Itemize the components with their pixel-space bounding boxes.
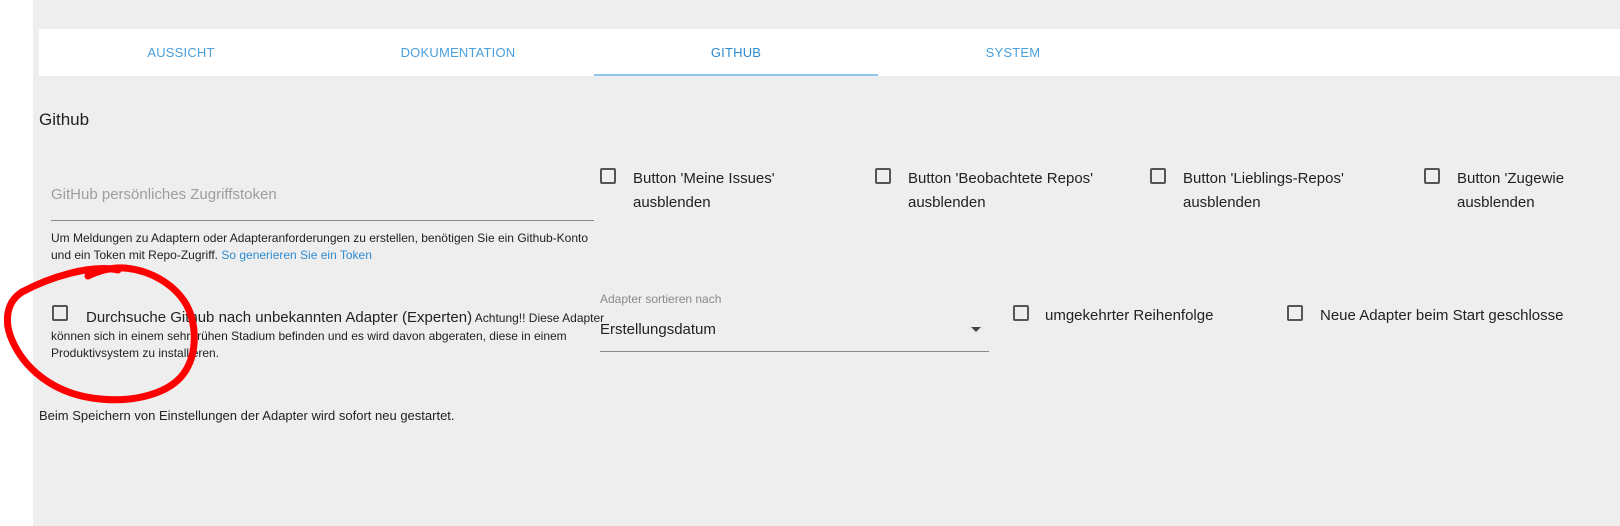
- reverse-order-checkbox[interactable]: [1013, 305, 1029, 321]
- hide-assigned-label-line2: ausblenden: [1457, 194, 1535, 211]
- hide-favorite-repos-checkbox[interactable]: [1150, 168, 1166, 184]
- hide-my-issues-checkbox[interactable]: [600, 168, 616, 184]
- hide-my-issues-label-line2: ausblenden: [633, 194, 711, 211]
- hide-assigned-label-line1: Button 'Zugewie: [1457, 170, 1565, 187]
- reverse-order-label: umgekehrter Reihenfolge: [1045, 307, 1214, 324]
- github-token-field[interactable]: [51, 182, 594, 221]
- sort-label: Adapter sortieren nach: [600, 292, 722, 306]
- token-help-link[interactable]: So generieren Sie ein Token: [221, 248, 372, 262]
- github-token-input[interactable]: [51, 182, 594, 203]
- main-content: AUSSICHT DOKUMENTATION GITHUB SYSTEM Git…: [33, 0, 1620, 526]
- hide-watched-repos-label-line2: ausblenden: [908, 194, 986, 211]
- tab-overview[interactable]: AUSSICHT: [39, 29, 323, 76]
- dropdown-arrow-icon: [971, 327, 981, 332]
- sort-selected-value: Erstellungsdatum: [600, 321, 716, 338]
- hide-my-issues-label-line1: Button 'Meine Issues': [633, 170, 775, 187]
- tab-github[interactable]: GITHUB: [594, 29, 878, 76]
- search-unknown-adapters-text: Durchsuche Github nach unbekannten Adapt…: [51, 308, 611, 362]
- new-adapters-closed-label: Neue Adapter beim Start geschlosse: [1320, 307, 1564, 324]
- footer-note: Beim Speichern von Einstellungen der Ada…: [39, 408, 455, 423]
- search-unknown-adapters-label: Durchsuche Github nach unbekannten Adapt…: [86, 309, 473, 326]
- hide-my-issues-label: Button 'Meine Issues' ausblenden: [633, 167, 775, 215]
- section-title: Github: [39, 110, 90, 129]
- active-tab-indicator: [594, 74, 878, 76]
- hide-watched-repos-checkbox[interactable]: [875, 168, 891, 184]
- new-adapters-closed-checkbox[interactable]: [1287, 305, 1303, 321]
- tab-system[interactable]: SYSTEM: [871, 29, 1155, 76]
- hide-favorite-repos-label-line1: Button 'Lieblings-Repos': [1183, 170, 1344, 187]
- tab-bar: AUSSICHT DOKUMENTATION GITHUB SYSTEM: [39, 29, 1620, 76]
- sort-select[interactable]: Erstellungsdatum: [600, 318, 989, 352]
- hide-favorite-repos-label: Button 'Lieblings-Repos' ausblenden: [1183, 167, 1344, 215]
- token-helper-text: Um Meldungen zu Adaptern oder Adapteranf…: [51, 230, 606, 264]
- tab-documentation[interactable]: DOKUMENTATION: [316, 29, 600, 76]
- hide-watched-repos-label-line1: Button 'Beobachtete Repos': [908, 170, 1094, 187]
- hide-favorite-repos-label-line2: ausblenden: [1183, 194, 1261, 211]
- hide-assigned-checkbox[interactable]: [1424, 168, 1440, 184]
- hide-assigned-label: Button 'Zugewie ausblenden: [1457, 167, 1620, 215]
- hide-watched-repos-label: Button 'Beobachtete Repos' ausblenden: [908, 167, 1093, 215]
